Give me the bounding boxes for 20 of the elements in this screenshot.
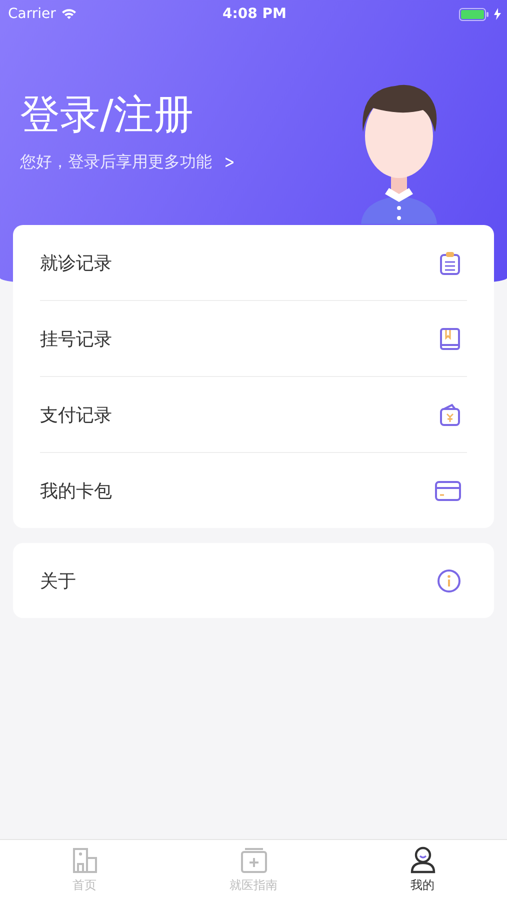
- battery-icon: [458, 8, 489, 20]
- book-icon: [439, 326, 461, 350]
- info-icon: [437, 568, 461, 592]
- clipboard-icon: [439, 250, 461, 274]
- menu-item-label[interactable]: 就诊记录: [40, 250, 112, 274]
- card-icon: [435, 480, 461, 500]
- menu-item-label[interactable]: 关于: [40, 568, 76, 592]
- login-title[interactable]: 登录/注册: [20, 92, 238, 138]
- menu-item-label[interactable]: 挂号记录: [40, 326, 112, 350]
- medical-folder-icon: [240, 846, 268, 874]
- clock-time: 4:08 PM: [222, 6, 286, 22]
- menu-item-label[interactable]: 我的卡包: [40, 478, 112, 502]
- wifi-icon: [60, 8, 77, 20]
- carrier-label: Carrier: [8, 6, 56, 22]
- chevron-icon[interactable]: >: [224, 152, 235, 173]
- wallet-icon: [439, 402, 461, 426]
- menu-item-label[interactable]: 支付记录: [40, 402, 112, 426]
- tab-item[interactable]: 我的: [338, 840, 507, 900]
- building-icon: [70, 846, 98, 874]
- user-icon: [408, 846, 436, 874]
